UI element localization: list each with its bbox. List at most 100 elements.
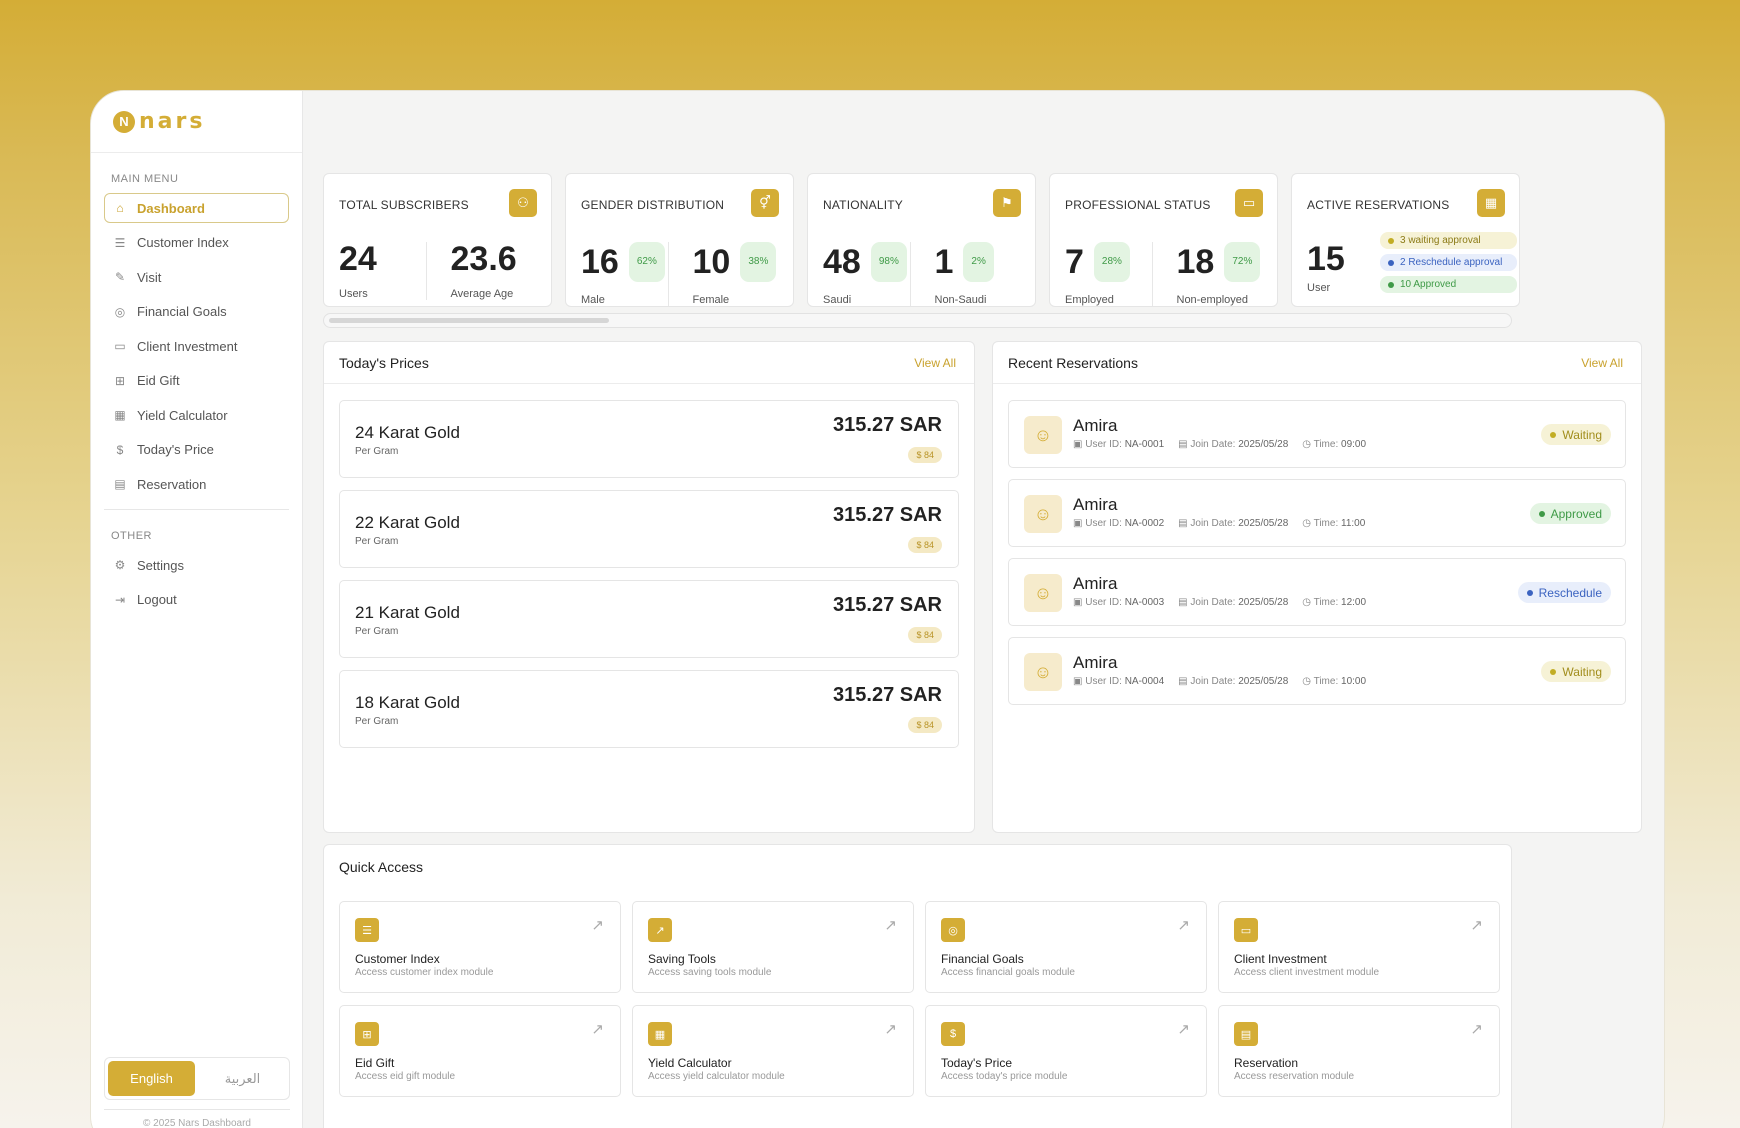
reservation-name: Amira (1073, 495, 1118, 514)
lang-english-button[interactable]: English (108, 1061, 195, 1096)
gender-icon: ⚥ (751, 189, 779, 217)
panel-title: Today's Prices (339, 354, 429, 371)
quick-access-customer-index[interactable]: ☰ ↗ Customer Index Access customer index mo… (339, 901, 621, 993)
sidebar-item-customer-index[interactable]: ☰ Customer Index (104, 228, 289, 258)
sidebar-item-client-investment[interactable]: ▭ Client Investment (104, 331, 289, 361)
quick-access-desc: Access saving tools module (648, 967, 772, 978)
sidebar-item-financial-goals[interactable]: ◎ Financial Goals (104, 297, 289, 327)
sidebar-item-label: Reservation (137, 476, 207, 492)
quick-access-name: Yield Calculator (648, 1056, 732, 1070)
quick-access-saving-tools[interactable]: ↗ ↗ Saving Tools Access saving tools module (632, 901, 914, 993)
sidebar-item-label: Visit (137, 269, 162, 285)
quick-access-desc: Access financial goals module (941, 967, 1075, 978)
arrow-up-right-icon: ↗ (884, 1021, 897, 1038)
sidebar-item-logout[interactable]: ⇥ Logout (104, 585, 289, 615)
gear-icon: ⚙ (114, 558, 126, 572)
stat-gender-distribution: GENDER DISTRIBUTION ⚥ 16 62% Male 10 38% Fem… (565, 173, 794, 307)
price-unit: Per Gram (355, 626, 399, 637)
stat-nationality: NATIONALITY ⚑ 48 98% Saudi 1 2% Non-Saudi (807, 173, 1036, 307)
quick-access-name: Customer Index (355, 952, 440, 966)
calendar-icon: ▤ (1234, 1022, 1258, 1046)
prices-view-all-link[interactable]: View All (914, 356, 956, 370)
reservation-item[interactable]: ☺ Amira ▣ User ID: NA-0003 ▤ Join Date: 2… (1008, 558, 1626, 626)
reservation-name: Amira (1073, 416, 1118, 435)
sidebar-item-label: Logout (137, 592, 177, 607)
sidebar-divider (104, 509, 289, 510)
stat-label: Non-Saudi (934, 294, 987, 306)
sidebar-item-settings[interactable]: ⚙ Settings (104, 550, 289, 580)
reservation-name: Amira (1073, 574, 1118, 593)
avatar-icon: ☺ (1024, 495, 1062, 533)
join-date-field: ▤ Join Date: 2025/05/28 (1178, 518, 1289, 529)
calculator-icon: ▦ (648, 1022, 672, 1046)
user-id-field: ▣ User ID: NA-0001 (1073, 439, 1165, 450)
stat-professional-status: PROFESSIONAL STATUS ▭ 7 28% Employed 18 72%… (1049, 173, 1278, 307)
sidebar-item-visit[interactable]: ✎ Visit (104, 262, 289, 292)
status-badge: Waiting (1541, 424, 1611, 445)
sidebar-item-reservation[interactable]: ▤ Reservation (104, 469, 289, 499)
reservation-item[interactable]: ☺ Amira ▣ User ID: NA-0004 ▤ Join Date: 2… (1008, 637, 1626, 705)
price-unit: Per Gram (355, 716, 399, 727)
price-value: 315.27 SAR (833, 594, 942, 616)
users-icon: ⚇ (509, 189, 537, 217)
quick-access-todays-price[interactable]: $ ↗ Today's Price Access today's price modu… (925, 1005, 1207, 1097)
panel-title: Recent Reservations (1008, 354, 1138, 371)
reschedule-badge: 2 Reschedule approval (1380, 254, 1517, 271)
sidebar-item-dashboard[interactable]: ⌂ Dashboard (104, 193, 289, 223)
reservation-item[interactable]: ☺ Amira ▣ User ID: NA-0001 ▤ Join Date: 2… (1008, 400, 1626, 468)
join-date-field: ▤ Join Date: 2025/05/28 (1178, 676, 1289, 687)
quick-access-desc: Access eid gift module (355, 1071, 456, 1082)
avatar-icon: ☺ (1024, 653, 1062, 691)
arrow-up-right-icon: ↗ (884, 917, 897, 934)
scrollbar-thumb[interactable] (329, 318, 609, 323)
stat-value: 1 (934, 243, 954, 281)
sidebar-item-eid-gift[interactable]: ⊞ Eid Gift (104, 366, 289, 396)
quick-access-name: Saving Tools (648, 952, 716, 966)
price-value: 315.27 SAR (833, 414, 942, 436)
join-date-field: ▤ Join Date: 2025/05/28 (1178, 439, 1289, 450)
quick-access-client-investment[interactable]: ▭ ↗ Client Investment Access client investm… (1218, 901, 1500, 993)
percent-badge: 2% (963, 242, 994, 282)
price-card[interactable]: 18 Karat Gold Per Gram 315.27 SAR $ 84 (339, 670, 959, 748)
quick-access-yield-calculator[interactable]: ▦ ↗ Yield Calculator Access yield calculato… (632, 1005, 914, 1097)
target-icon: ◎ (941, 918, 965, 942)
sidebar-item-label: Eid Gift (137, 373, 180, 388)
sidebar-item-todays-price[interactable]: $ Today's Price (104, 435, 289, 465)
lang-arabic-button[interactable]: العربية (199, 1061, 286, 1096)
stat-title: TOTAL SUBSCRIBERS (339, 198, 469, 212)
reservations-view-all-link[interactable]: View All (1581, 356, 1623, 370)
reservation-item[interactable]: ☺ Amira ▣ User ID: NA-0002 ▤ Join Date: 2… (1008, 479, 1626, 547)
price-usd-badge: $ 84 (908, 627, 942, 643)
reservation-breakdown: 3 waiting approval 2 Reschedule approval… (1380, 232, 1517, 293)
stat-value: 16 (581, 243, 619, 281)
time-field: ◷ Time: 12:00 (1302, 597, 1367, 608)
home-icon: ⌂ (116, 201, 124, 215)
quick-access-name: Financial Goals (941, 952, 1024, 966)
logo-text: nars (139, 109, 206, 134)
sidebar-item-label: Client Investment (137, 338, 238, 354)
horizontal-scrollbar[interactable] (323, 313, 1512, 328)
price-card[interactable]: 21 Karat Gold Per Gram 315.27 SAR $ 84 (339, 580, 959, 658)
quick-access-reservation[interactable]: ▤ ↗ Reservation Access reservation module (1218, 1005, 1500, 1097)
edit-icon: ✎ (114, 270, 126, 284)
status-badge: Approved (1529, 503, 1611, 524)
join-date-field: ▤ Join Date: 2025/05/28 (1178, 597, 1289, 608)
stat-label: Average Age (450, 288, 514, 300)
stat-value: 23.6 (450, 240, 517, 278)
copyright: © 2025 Nars Dashboard (104, 1109, 290, 1128)
quick-access-name: Client Investment (1234, 952, 1327, 966)
percent-badge: 28% (1093, 242, 1130, 282)
main-menu-label: MAIN MENU (111, 173, 179, 185)
avatar-icon: ☺ (1024, 416, 1062, 454)
avatar-icon: ☺ (1024, 574, 1062, 612)
quick-access-eid-gift[interactable]: ⊞ ↗ Eid Gift Access eid gift module (339, 1005, 621, 1097)
time-field: ◷ Time: 10:00 (1302, 676, 1367, 687)
stat-active-reservations: ACTIVE RESERVATIONS ▦ 15 User 3 waiting a… (1291, 173, 1520, 307)
quick-access-financial-goals[interactable]: ◎ ↗ Financial Goals Access financial goals … (925, 901, 1207, 993)
price-card[interactable]: 24 Karat Gold Per Gram 315.27 SAR $ 84 (339, 400, 959, 478)
price-card[interactable]: 22 Karat Gold Per Gram 315.27 SAR $ 84 (339, 490, 959, 568)
stat-label: Users (339, 288, 368, 300)
main-menu: ⌂ Dashboard ☰ Customer Index ✎ Visit ◎ Finan… (91, 193, 302, 499)
logo[interactable]: N nars (91, 91, 302, 153)
sidebar-item-yield-calculator[interactable]: ▦ Yield Calculator (104, 400, 289, 430)
